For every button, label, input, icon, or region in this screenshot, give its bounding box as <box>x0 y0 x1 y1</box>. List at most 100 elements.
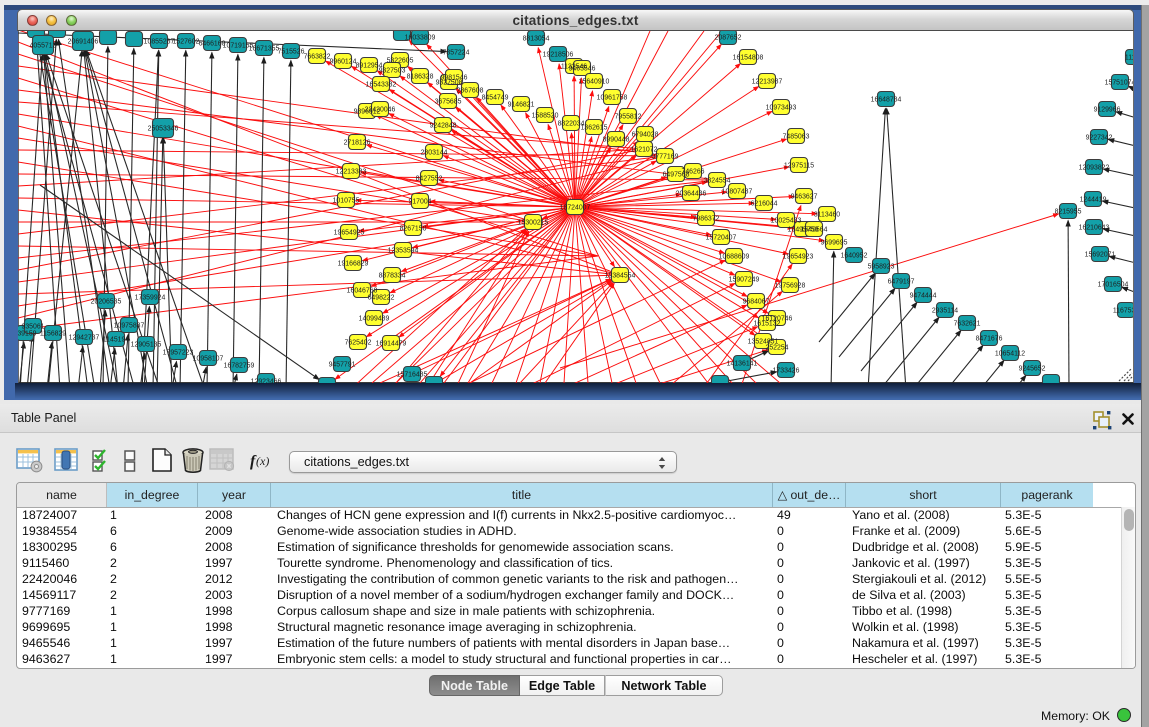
svg-text:7625402: 7625402 <box>345 339 372 346</box>
svg-text:9981546: 9981546 <box>441 74 468 81</box>
svg-text:1156829: 1156829 <box>40 330 66 337</box>
svg-text:2803144: 2803144 <box>421 149 448 156</box>
svg-text:1649564: 1649564 <box>801 226 828 233</box>
svg-text:2935114: 2935114 <box>932 307 958 314</box>
svg-text:9465546: 9465546 <box>569 65 596 72</box>
svg-text:10654112: 10654112 <box>995 350 1025 357</box>
svg-text:15751074: 15751074 <box>1105 79 1133 86</box>
svg-text:9684067: 9684067 <box>743 298 770 305</box>
svg-text:12213987: 12213987 <box>752 78 783 85</box>
svg-text:8471676: 8471676 <box>976 335 1003 342</box>
svg-text:935061: 935061 <box>22 323 45 330</box>
svg-text:6216044: 6216044 <box>751 200 778 207</box>
svg-text:15907249: 15907249 <box>729 276 760 283</box>
svg-text:14099489: 14099489 <box>359 315 390 322</box>
svg-text:18724007: 18724007 <box>560 204 591 211</box>
svg-text:8186328: 8186328 <box>407 73 434 80</box>
svg-text:252254: 252254 <box>766 344 789 351</box>
svg-text:7663822: 7663822 <box>304 53 331 60</box>
svg-text:10973493: 10973493 <box>766 104 797 111</box>
svg-text:9242848: 9242848 <box>430 122 457 129</box>
svg-text:5958923: 5958923 <box>868 263 895 270</box>
svg-text:10958107: 10958107 <box>193 355 224 362</box>
svg-text:12213383: 12213383 <box>336 168 367 175</box>
svg-text:8427552: 8427552 <box>416 175 443 182</box>
svg-text:2087652: 2087652 <box>715 34 742 41</box>
svg-text:10807487: 10807487 <box>722 188 753 195</box>
svg-text:12923466: 12923466 <box>251 378 282 383</box>
svg-text:10975887: 10975887 <box>114 322 145 329</box>
svg-text:11173: 11173 <box>1125 54 1133 61</box>
svg-text:9463627: 9463627 <box>791 193 818 200</box>
svg-text:3675685: 3675685 <box>435 98 462 105</box>
svg-text:8878334: 8878334 <box>379 272 406 279</box>
svg-text:19654923: 19654923 <box>783 253 814 260</box>
svg-text:1145194: 1145194 <box>103 336 129 343</box>
svg-text:1615132: 1615132 <box>754 320 781 327</box>
svg-text:7986372: 7986372 <box>693 215 720 222</box>
svg-text:1621072: 1621072 <box>631 146 658 153</box>
svg-text:10688609: 10688609 <box>719 253 750 260</box>
svg-text:8813054: 8813054 <box>523 35 550 42</box>
svg-text:4055713: 4055713 <box>30 42 57 49</box>
svg-text:22420046: 22420046 <box>365 106 396 113</box>
svg-text:8267150: 8267150 <box>400 225 427 232</box>
svg-text:20364436: 20364436 <box>676 190 707 197</box>
svg-text:7955812: 7955812 <box>615 113 642 120</box>
svg-text:25053346: 25053346 <box>148 125 179 132</box>
svg-text:2718126: 2718126 <box>344 139 371 146</box>
svg-text:1640952: 1640952 <box>841 252 868 259</box>
svg-text:1527602: 1527602 <box>173 38 200 45</box>
svg-text:12942737: 12942737 <box>69 334 100 341</box>
svg-text:15692071: 15692071 <box>1085 251 1116 258</box>
svg-text:17016504: 17016504 <box>1098 281 1129 288</box>
svg-text:8990448: 8990448 <box>603 136 630 143</box>
svg-text:7515526: 7515526 <box>278 48 305 55</box>
svg-text:16914479: 16914479 <box>376 340 407 347</box>
svg-text:10961758: 10961758 <box>597 94 628 101</box>
svg-text:1588520: 1588520 <box>532 112 559 119</box>
svg-text:16543382: 16543382 <box>366 81 397 88</box>
svg-text:9457791: 9457791 <box>329 361 356 368</box>
svg-text:19654925: 19654925 <box>334 229 365 236</box>
svg-text:9245652: 9245652 <box>1019 365 1046 372</box>
svg-text:19384554: 19384554 <box>605 272 636 279</box>
svg-text:12093822: 12093822 <box>1079 164 1110 171</box>
svg-text:14136141: 14136141 <box>727 360 758 367</box>
svg-text:1362615: 1362615 <box>581 124 608 131</box>
svg-text:746266: 746266 <box>682 168 705 175</box>
svg-text:9474444: 9474444 <box>910 292 937 299</box>
svg-text:19218506: 19218506 <box>543 51 574 58</box>
svg-text:1244419: 1244419 <box>1080 196 1107 203</box>
svg-text:9777169: 9777169 <box>652 153 679 160</box>
svg-text:15640910: 15640910 <box>579 78 610 85</box>
svg-text:15720407: 15720407 <box>706 234 737 241</box>
svg-text:10025433: 10025433 <box>771 217 802 224</box>
svg-text:7857224: 7857224 <box>443 49 470 56</box>
svg-text:7485063: 7485063 <box>783 133 810 140</box>
svg-text:10855287: 10855287 <box>144 38 175 45</box>
svg-text:16782759: 16782759 <box>224 362 255 369</box>
svg-text:19756928: 19756928 <box>775 282 806 289</box>
svg-text:917004: 917004 <box>409 198 432 205</box>
svg-text:9146821: 9146821 <box>508 101 535 108</box>
svg-text:6479197: 6479197 <box>888 278 915 285</box>
svg-text:16046768: 16046768 <box>347 287 378 294</box>
svg-text:16033809: 16033809 <box>405 34 436 41</box>
svg-text:16648784: 16648784 <box>871 96 902 103</box>
svg-text:1733426: 1733426 <box>773 367 800 374</box>
svg-text:15716485: 15716485 <box>397 371 428 378</box>
svg-text:(x): (x) <box>256 454 269 468</box>
svg-text:9129966: 9129966 <box>1094 106 1121 113</box>
svg-text:1010755: 1010755 <box>333 197 360 204</box>
svg-text:16210643: 16210643 <box>1079 224 1110 231</box>
svg-text:16154808: 16154808 <box>733 54 764 61</box>
svg-text:6794028: 6794028 <box>632 131 659 138</box>
svg-text:12975115: 12975115 <box>784 162 814 169</box>
svg-text:9227342: 9227342 <box>1086 134 1113 141</box>
svg-text:1167534: 1167534 <box>1113 307 1133 314</box>
svg-text:3113460: 3113460 <box>814 211 840 218</box>
svg-text:9699695: 9699695 <box>821 239 848 246</box>
svg-text:9327503: 9327503 <box>379 67 406 74</box>
svg-text:7632621: 7632621 <box>954 320 981 327</box>
